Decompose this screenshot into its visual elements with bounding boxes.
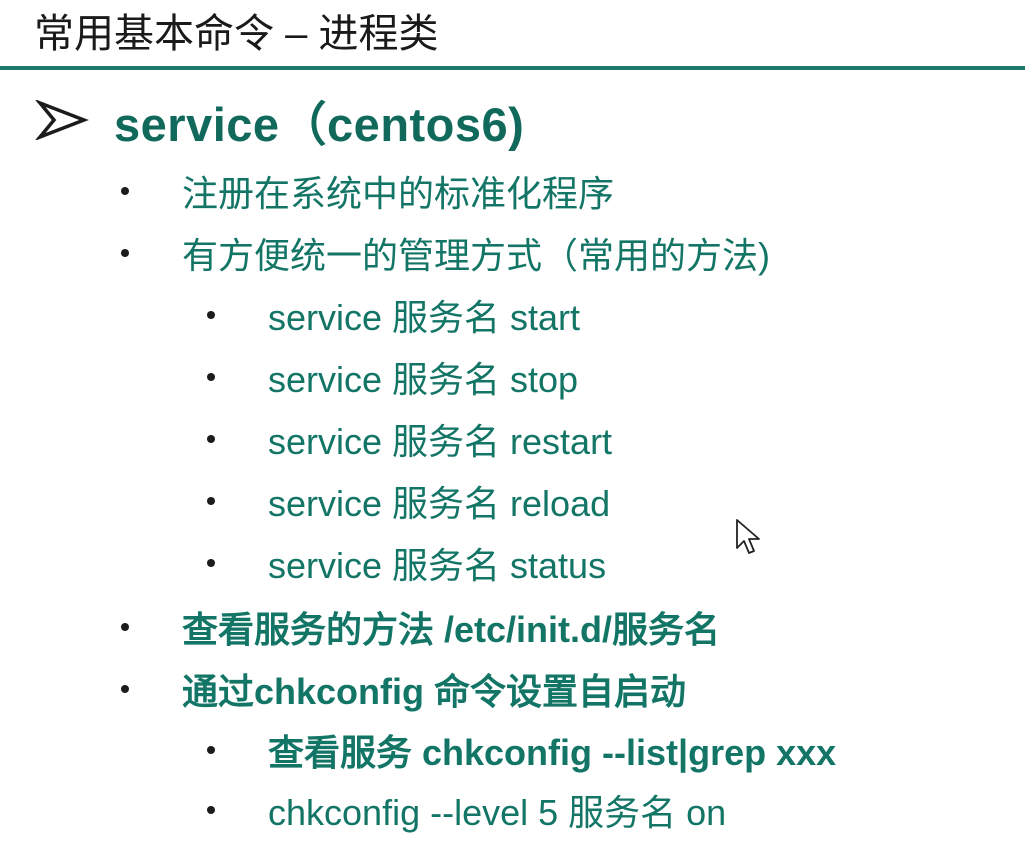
section-heading: service（centos6) <box>34 88 524 152</box>
list-item: 有方便统一的管理方式（常用的方法) <box>121 225 770 281</box>
bullet-icon <box>121 187 129 195</box>
bullet-icon <box>207 373 215 381</box>
list-item: 注册在系统中的标准化程序 <box>121 163 614 219</box>
list-item-text: service 服务名 start <box>268 297 581 338</box>
list-item-text: service 服务名 status <box>268 545 607 586</box>
bullet-icon <box>207 746 215 754</box>
list-item: service 服务名 reload <box>207 473 610 529</box>
bullet-icon <box>121 623 129 631</box>
list-item: chkconfig --level 5 服务名 on <box>207 782 726 838</box>
bullet-icon <box>207 311 215 319</box>
list-item: service 服务名 restart <box>207 411 612 467</box>
list-item: 通过chkconfig 命令设置自启动 <box>121 661 686 717</box>
list-item-text: 查看服务的方法 /etc/init.d/服务名 <box>182 609 721 650</box>
list-item: 查看服务 chkconfig --list|grep xxx <box>207 722 836 778</box>
section-heading-text: service（centos6) <box>114 97 525 151</box>
list-item: 查看服务的方法 /etc/init.d/服务名 <box>121 599 720 655</box>
list-item-text: service 服务名 restart <box>268 421 613 462</box>
bullet-icon <box>207 435 215 443</box>
list-item-text: 通过chkconfig 命令设置自启动 <box>182 671 687 712</box>
list-item-text: 注册在系统中的标准化程序 <box>182 173 615 214</box>
bullet-icon <box>207 497 215 505</box>
list-item-text: service 服务名 reload <box>268 483 611 524</box>
slide-title: 常用基本命令 – 进程类 <box>34 12 439 56</box>
list-item-text: service 服务名 stop <box>268 359 579 400</box>
bullet-icon <box>207 806 215 814</box>
list-item: service 服务名 stop <box>207 349 578 405</box>
list-item-text: 有方便统一的管理方式（常用的方法) <box>182 235 770 276</box>
arrowhead-bullet-icon <box>35 100 89 140</box>
list-item-text: chkconfig --level 5 服务名 on <box>268 792 727 833</box>
list-item: service 服务名 start <box>207 287 580 343</box>
list-item-text: 查看服务 chkconfig --list|grep xxx <box>268 732 837 773</box>
mouse-cursor-icon <box>736 519 760 554</box>
list-item: service 服务名 status <box>207 535 606 591</box>
bullet-icon <box>121 685 129 693</box>
title-divider <box>0 66 1025 70</box>
bullet-icon <box>121 249 129 257</box>
bullet-icon <box>207 559 215 567</box>
